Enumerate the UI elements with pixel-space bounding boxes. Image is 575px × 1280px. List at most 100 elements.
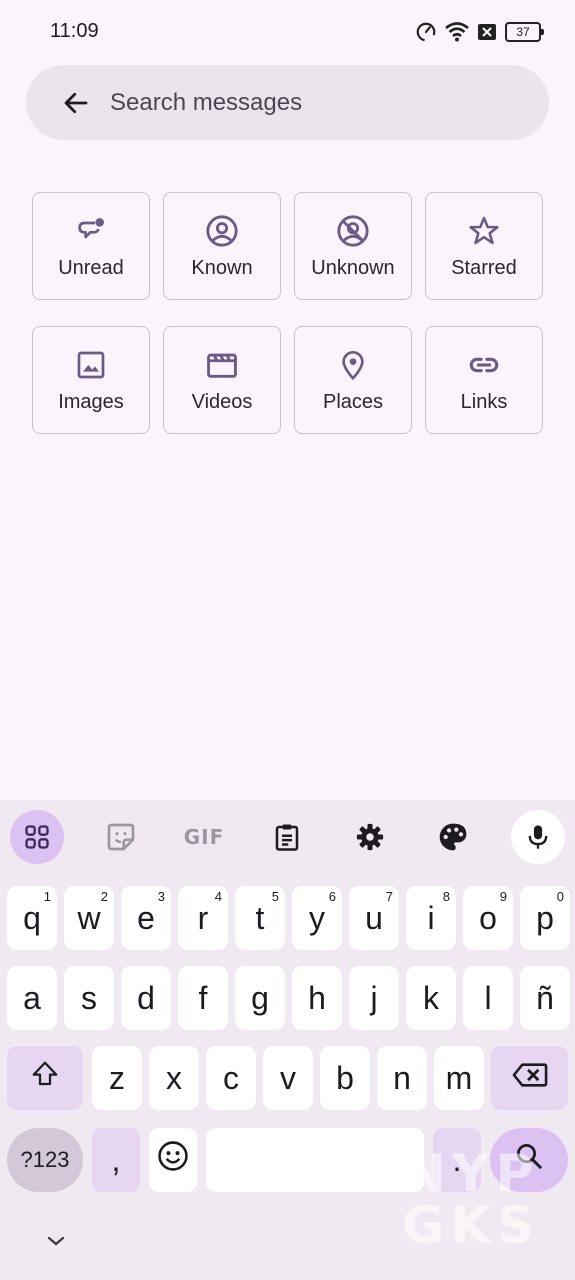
key-l[interactable]: l — [463, 966, 513, 1030]
key-g[interactable]: g — [235, 966, 285, 1030]
filter-chip-links[interactable]: Links — [425, 326, 543, 434]
filter-chip-unread[interactable]: Unread — [32, 192, 150, 300]
key-q[interactable]: q1 — [7, 886, 57, 950]
filter-chip-videos[interactable]: Videos — [163, 326, 281, 434]
link-icon — [466, 347, 502, 383]
status-bar: 11:09 37 — [0, 0, 575, 64]
key-d[interactable]: d — [121, 966, 171, 1030]
search-bar — [26, 65, 549, 140]
unknown-contact-icon — [335, 213, 371, 249]
key-p[interactable]: p0 — [520, 886, 570, 950]
key-s[interactable]: s — [64, 966, 114, 1030]
space-key[interactable] — [206, 1128, 424, 1192]
video-icon — [204, 347, 240, 383]
palette-icon[interactable] — [426, 810, 480, 864]
search-icon — [514, 1141, 544, 1179]
gif-label: GIF — [183, 825, 225, 849]
key-r[interactable]: r4 — [178, 886, 228, 950]
search-input[interactable] — [108, 87, 492, 118]
key-x[interactable]: x — [149, 1046, 199, 1110]
key-h[interactable]: h — [292, 966, 342, 1030]
apps-grid-icon[interactable] — [10, 810, 64, 864]
search-enter-key[interactable] — [490, 1128, 568, 1192]
mic-icon[interactable] — [511, 810, 565, 864]
arrow-left-icon[interactable] — [56, 83, 96, 123]
key-hint: 0 — [556, 889, 564, 904]
filter-label: Starred — [451, 256, 517, 279]
filter-chip-known[interactable]: Known — [163, 192, 281, 300]
shift-icon — [29, 1059, 61, 1097]
key-i[interactable]: i8 — [406, 886, 456, 950]
key-hint: 1 — [43, 889, 51, 904]
star-icon — [466, 213, 502, 249]
key-v[interactable]: v — [263, 1046, 313, 1110]
chevron-down-icon[interactable] — [40, 1225, 72, 1257]
backspace-icon — [512, 1060, 548, 1097]
backspace-key[interactable] — [491, 1046, 568, 1110]
filter-label: Images — [58, 390, 124, 413]
key-m[interactable]: m — [434, 1046, 484, 1110]
key-hint: 2 — [100, 889, 108, 904]
key-w[interactable]: w2 — [64, 886, 114, 950]
key-hint: 7 — [385, 889, 393, 904]
key-hint: 8 — [442, 889, 450, 904]
wifi-icon — [445, 21, 469, 43]
status-time: 11:09 — [50, 20, 99, 42]
key-label: t — [255, 899, 265, 936]
key-label: y — [309, 899, 325, 936]
key-n[interactable]: n — [377, 1046, 427, 1110]
key-label: u — [365, 899, 383, 936]
key-e[interactable]: e3 — [121, 886, 171, 950]
filter-chip-unknown[interactable]: Unknown — [294, 192, 412, 300]
key-t[interactable]: t5 — [235, 886, 285, 950]
filter-grid: Unread Known Unknown Starred Images Vide… — [32, 192, 543, 434]
key-y[interactable]: y6 — [292, 886, 342, 950]
emoji-icon — [156, 1139, 190, 1181]
period-key[interactable]: . — [433, 1128, 481, 1192]
key-label: q — [23, 899, 41, 936]
key-u[interactable]: u7 — [349, 886, 399, 950]
filter-label: Unknown — [311, 256, 395, 279]
key-k[interactable]: k — [406, 966, 456, 1030]
symbols-key[interactable]: ?123 — [7, 1128, 83, 1192]
key-a[interactable]: a — [7, 966, 57, 1030]
key-hint: 5 — [271, 889, 279, 904]
filter-label: Unread — [58, 256, 124, 279]
key-f[interactable]: f — [178, 966, 228, 1030]
filter-label: Places — [322, 390, 384, 413]
keyboard: GIF q1 w2 e3 r4 t5 y6 u7 i8 o9 p0 a s d … — [0, 800, 575, 1280]
key-label: p — [536, 899, 554, 936]
no-sim-icon — [477, 23, 497, 41]
key-o[interactable]: o9 — [463, 886, 513, 950]
key-b[interactable]: b — [320, 1046, 370, 1110]
emoji-key[interactable] — [149, 1128, 197, 1192]
image-icon — [73, 347, 109, 383]
gif-icon[interactable]: GIF — [177, 810, 231, 864]
sticker-icon[interactable] — [94, 810, 148, 864]
filter-label: Known — [191, 256, 253, 279]
key-hint: 9 — [499, 889, 507, 904]
filter-chip-images[interactable]: Images — [32, 326, 150, 434]
clipboard-icon[interactable] — [260, 810, 314, 864]
key-hint: 4 — [214, 889, 222, 904]
keyboard-toolbar: GIF — [0, 800, 575, 876]
key-z[interactable]: z — [92, 1046, 142, 1110]
data-saver-icon — [415, 21, 437, 43]
key-hint: 3 — [157, 889, 165, 904]
status-icons: 37 — [415, 21, 544, 43]
key-n-tilde[interactable]: ñ — [520, 966, 570, 1030]
unread-chat-icon — [73, 213, 109, 249]
battery-icon: 37 — [505, 22, 544, 42]
shift-key[interactable] — [7, 1046, 83, 1110]
filter-chip-starred[interactable]: Starred — [425, 192, 543, 300]
key-j[interactable]: j — [349, 966, 399, 1030]
key-hint: 6 — [328, 889, 336, 904]
filter-label: Links — [460, 390, 508, 413]
filter-chip-places[interactable]: Places — [294, 326, 412, 434]
filter-label: Videos — [191, 390, 253, 413]
key-label: o — [479, 899, 497, 936]
key-c[interactable]: c — [206, 1046, 256, 1110]
settings-icon[interactable] — [343, 810, 397, 864]
location-pin-icon — [335, 347, 371, 383]
comma-key[interactable]: , — [92, 1128, 140, 1192]
